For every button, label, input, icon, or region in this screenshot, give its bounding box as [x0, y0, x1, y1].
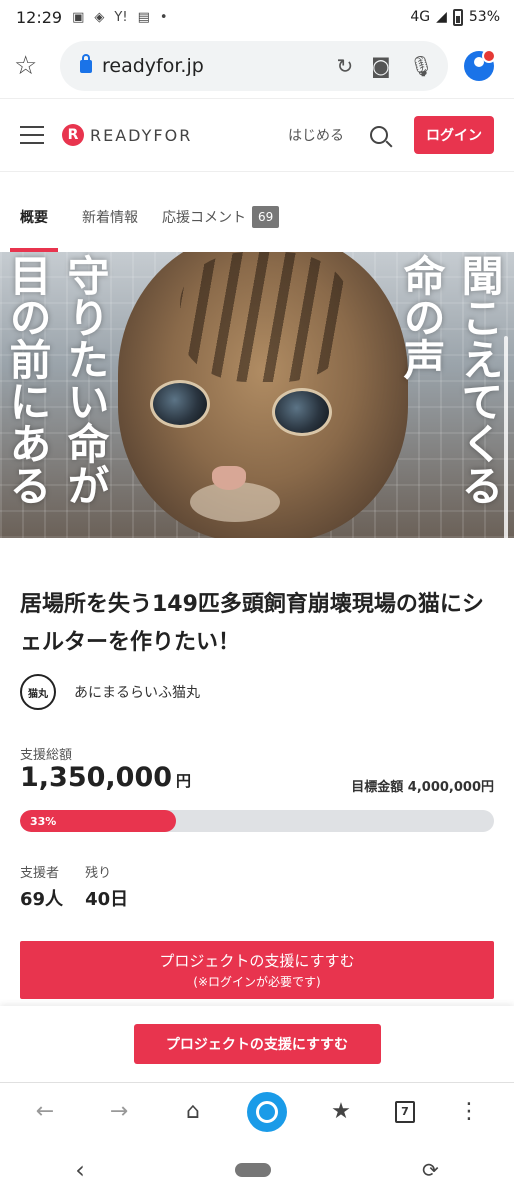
project-tabs: 概要 新着情報 応援コメント 69 [0, 186, 514, 252]
progress-label: 33% [30, 814, 57, 828]
kitten-eye-right [272, 388, 332, 436]
network-label: 4G [410, 9, 431, 25]
sticky-support-button[interactable]: プロジェクトの支援にすすむ [133, 1024, 381, 1064]
tab-updates[interactable]: 新着情報 [82, 186, 138, 248]
supporters-value: 69人 [20, 889, 64, 910]
lock-icon [80, 53, 92, 73]
tab-overview[interactable]: 概要 [10, 186, 58, 252]
hero-text-line: 命の声 [397, 254, 446, 380]
progress-fill: 33% [20, 810, 177, 832]
remaining-label: 残り [85, 866, 112, 881]
clock: 12:29 [16, 7, 63, 27]
goal-amount: 目標金額 4,000,000円 [351, 780, 494, 795]
forward-arrow-icon[interactable]: → [99, 1099, 139, 1124]
support-button-note: (※ログインが必要です) [193, 975, 321, 989]
system-back-icon[interactable]: ‹ [75, 1156, 85, 1184]
start-link[interactable]: はじめる [288, 125, 344, 145]
tab-switcher-icon[interactable]: 7 [395, 1100, 415, 1123]
tab-label: 概要 [20, 210, 48, 226]
bookmark-star-icon[interactable]: ☆ [14, 51, 54, 81]
system-nav-bar: ‹ ⟳ [0, 1140, 514, 1200]
owner-name: あにまるらいふ猫丸 [74, 685, 200, 701]
remaining-value: 40日 [85, 889, 129, 910]
back-arrow-icon[interactable]: ← [25, 1099, 65, 1124]
more-menu-icon[interactable]: ⋮ [449, 1099, 489, 1124]
hero-text-line: 守りたい命が [61, 254, 110, 506]
notification-dot-icon: • [159, 9, 168, 25]
bookmarks-icon[interactable]: ★ [321, 1099, 361, 1124]
battery-level: 53% [468, 9, 500, 25]
menu-icon[interactable] [20, 126, 44, 144]
project-owner[interactable]: 猫丸 あにまるらいふ猫丸 [20, 674, 200, 710]
home-icon[interactable]: ⌂ [173, 1099, 213, 1124]
supporters-label: 支援者 [20, 866, 60, 881]
site-header: R READYFOR はじめる ログイン [0, 98, 514, 172]
total-amount-value: 1,350,000 [20, 762, 173, 793]
url-text: readyfor.jp [102, 55, 204, 77]
supporters-stat: 支援者 69人 [20, 862, 63, 911]
system-home-pill[interactable] [235, 1163, 272, 1177]
logo-text: READYFOR [90, 125, 193, 145]
tab-label: 応援コメント [162, 210, 246, 226]
image-icon: ▣ [72, 9, 85, 25]
login-button[interactable]: ログイン [414, 116, 494, 154]
browser-bottom-nav: ← → ⌂ ★ 7 ⋮ [0, 1082, 514, 1140]
rotate-icon[interactable]: ⟳ [422, 1158, 439, 1182]
battery-icon [452, 8, 463, 26]
comment-count-badge: 69 [252, 206, 280, 228]
microphone-icon[interactable]: 🎙︎ [409, 54, 434, 78]
search-icon[interactable] [370, 126, 388, 144]
support-project-button[interactable]: プロジェクトの支援にすすむ (※ログインが必要です) [20, 941, 494, 999]
status-bar: 12:29 ▣ ◈ Y! ▤ • 4G ◢ 53% [0, 0, 514, 34]
address-bar[interactable]: readyfor.jp ↻ ◙ 🎙︎ [60, 41, 448, 91]
browser-toolbar: ☆ readyfor.jp ↻ ◙ 🎙︎ [0, 34, 514, 98]
reload-icon[interactable]: ↻ [336, 54, 353, 78]
yahoo-icon: Y! [114, 9, 128, 25]
kitten-nose [212, 466, 246, 490]
remaining-stat: 残り 40日 [85, 862, 128, 911]
hero-text-line: 目の前にある [3, 254, 52, 506]
news-icon: ▤ [137, 9, 150, 25]
tab-comments[interactable]: 応援コメント 69 [162, 186, 280, 248]
readyfor-logo[interactable]: R READYFOR [62, 124, 192, 146]
hero-image: 目の前にある 守りたい命が 命の声 聞こえてくる [0, 252, 514, 538]
logo-mark: R [62, 124, 84, 146]
project-stats: 支援者 69人 残り 40日 [20, 862, 128, 911]
kitten-eye-left [150, 380, 210, 428]
tab-label: 新着情報 [82, 210, 138, 226]
signal-icon: ◢ [436, 9, 447, 25]
project-title: 居場所を失う149匹多頭飼育崩壊現場の猫にシェルターを作りたい！ [20, 592, 484, 655]
total-amount: 1,350,000 円 [20, 762, 191, 793]
hero-text-line: 聞こえてくる [455, 254, 504, 506]
support-button-label: プロジェクトの支援にすすむ [159, 952, 355, 970]
total-amount-unit: 円 [176, 772, 192, 790]
hero-scrollbar [504, 336, 508, 538]
kitten-stripes [180, 252, 350, 382]
sticky-cta-bar: プロジェクトの支援にすすむ [0, 1006, 514, 1082]
owner-avatar: 猫丸 [20, 674, 56, 710]
assistant-icon[interactable] [247, 1091, 287, 1132]
camera-icon[interactable]: ◙ [371, 54, 390, 78]
profile-avatar[interactable] [464, 49, 496, 81]
location-icon: ◈ [94, 9, 105, 25]
funding-progress-bar: 33% [20, 810, 494, 832]
total-label: 支援総額 [20, 748, 73, 763]
